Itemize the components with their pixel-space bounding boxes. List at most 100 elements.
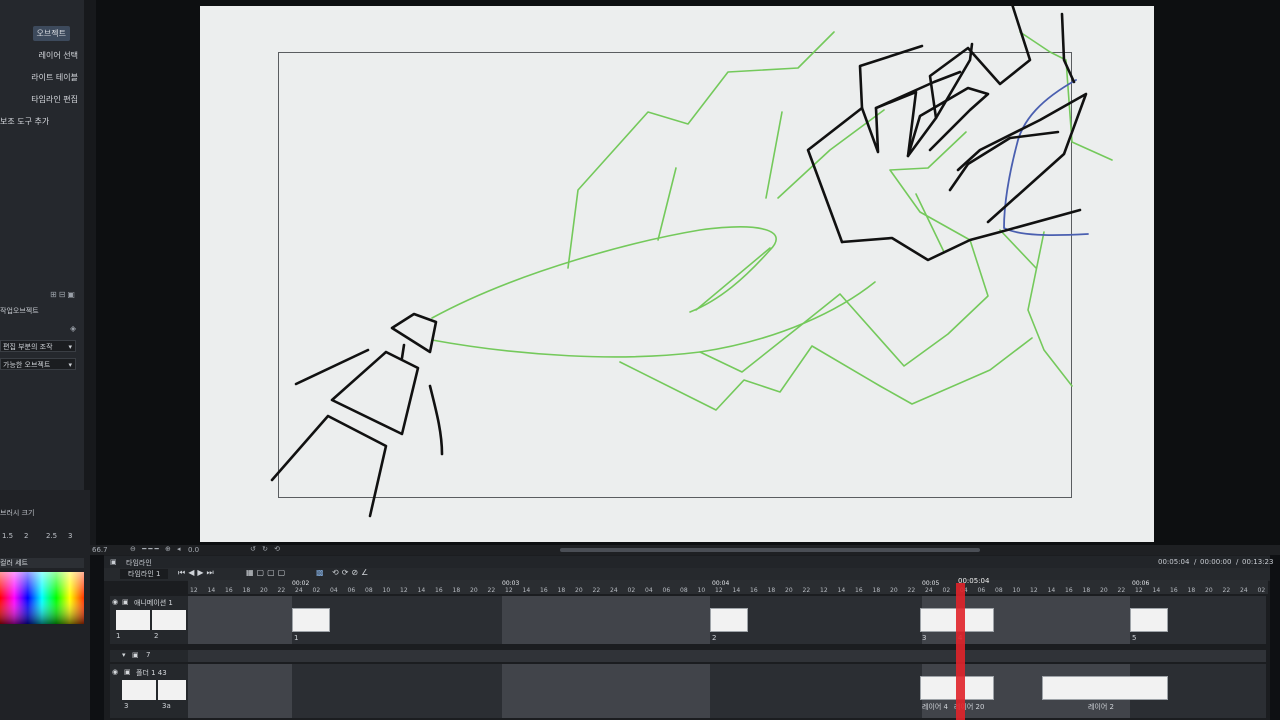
onion-skin-icon[interactable]: ▩ [316,568,327,577]
ruler-marker: 00:04 [712,580,730,587]
ruler-tick: 10 [382,587,391,594]
ruler-tick: 12 [1135,587,1143,594]
ruler-tick: 12 [715,587,723,594]
layer-thumb-1 [116,610,150,630]
eye-icon[interactable]: ◉ [112,668,118,676]
track-band [188,664,292,718]
ruler-tick: 04 [645,587,653,594]
cel-label-2: 2 [712,634,717,642]
ruler-tick: 22 [1222,587,1231,594]
ruler-tick: 12 [820,587,828,594]
ruler-marker: 00:03 [502,580,520,587]
ruler-tick: 18 [767,587,776,594]
cel-1[interactable] [292,608,330,632]
ruler-tick: 02 [942,587,951,594]
ruler-tick: 16 [750,587,758,594]
zoom-controls[interactable]: ⊖ ━━━ ⊕ ◂ [130,545,183,553]
edit-tools[interactable]: ⟲⟳⊘∠ [332,568,371,577]
ruler-tick: 06 [347,587,356,594]
ruler-tick: 02 [312,587,321,594]
ruler-tick: 20 [890,587,898,594]
cel-b-label-1: 레이어 4 [922,703,948,711]
ruler-tick: 20 [260,587,268,594]
eye-icon[interactable]: ◉ [112,598,118,606]
timeline-title: 타임라인 [126,559,152,567]
track-band [188,596,292,644]
ruler-tick: 22 [487,587,496,594]
ruler-tick: 24 [1240,587,1248,594]
ruler-tick: 12 [505,587,513,594]
ruler-tick: 18 [1187,587,1196,594]
track-folder[interactable] [188,650,1266,662]
ruler-tick: 18 [557,587,566,594]
ruler-tick: 14 [207,587,216,594]
horizontal-scrollbar[interactable] [560,548,980,552]
ruler-tick: 18 [452,587,461,594]
zoom-value[interactable]: 66.7 [92,546,108,554]
cel-label-3: 3 [922,634,927,642]
ruler-marker: 00:06 [1132,580,1150,587]
cel-label-5: 5 [1132,634,1137,642]
ruler-tick: 22 [802,587,811,594]
layer-row-animation[interactable]: ◉ ▣ 애니메이션 1 1 2 [110,596,188,644]
ruler-tick: 16 [540,587,548,594]
playhead[interactable] [956,583,965,720]
ruler-tick: 24 [610,587,618,594]
color-palette[interactable] [0,572,84,624]
time-start: 00:00:00 [1200,558,1232,566]
playback-controls[interactable]: ⏮◀▶⏭ [178,568,217,578]
ruler-tick: 24 [295,587,303,594]
ruler-tick: 14 [837,587,846,594]
track-band [502,664,710,718]
layer-thumb-4 [158,680,186,700]
ruler-tick: 12 [1030,587,1038,594]
ruler-tick: 08 [365,587,373,594]
cel-2[interactable] [710,608,748,632]
layer-name-1: 애니메이션 1 [134,599,173,607]
green-sketch-layer [431,31,1113,411]
rotate-controls[interactable]: ↺ ↻ ⟲ [250,545,282,553]
ruler-tick: 02 [627,587,636,594]
playhead-time: 00:05:04 [958,577,990,585]
chevron-down-icon[interactable]: ▾ [122,651,126,659]
timeline-select[interactable]: 타임라인 1 [120,569,169,579]
thumb-label-1: 1 [116,632,121,640]
layer-name-2: 폴더 1 43 [136,669,167,677]
angle-value[interactable]: 0.0 [188,546,199,554]
ruler-tick: 14 [417,587,426,594]
thumb-label-3: 3 [124,702,129,710]
cel-b-2[interactable] [1042,676,1168,700]
layer-thumb-2 [152,610,186,630]
cel-b-label-3: 레이어 2 [1088,703,1114,711]
folder-icon: ▣ [122,598,129,606]
ruler-marker: 00:05 [922,580,940,587]
ruler-tick: 14 [522,587,531,594]
ruler-tick: 22 [277,587,286,594]
ruler-tick: 20 [1205,587,1213,594]
ruler-tick: 14 [732,587,741,594]
ruler-tick: 16 [225,587,233,594]
ruler-tick: 24 [925,587,933,594]
ruler-tick: 22 [907,587,916,594]
frame-tools[interactable]: ▦▢▢▢ [246,568,288,577]
track-folder-1[interactable]: 레이어 4 레이어 20 레이어 2 [188,664,1266,718]
time-current: 00:05:04 [1158,558,1190,566]
layer-row-folder-1[interactable]: ◉ ▣ 폴더 1 43 3 3a [110,664,188,718]
cel-5[interactable] [1130,608,1168,632]
track-animation[interactable]: 1 2 3 4 5 [188,596,1266,644]
timeline-ruler[interactable]: 12 14 16 18 20 22 24 02 04 06 08 10 12 14 16 18 20 22 12 14… [188,580,1268,594]
layer-thumb-3 [122,680,156,700]
black-ink-layer [270,2,1088,518]
folder-icon: ▣ [124,668,131,676]
cel-label-1: 1 [294,634,299,642]
ruler-tick: 18 [242,587,251,594]
ruler-tick: 14 [1047,587,1056,594]
folder-icon: ▣ [132,651,139,659]
layer-row-folder[interactable]: ▾ ▣ 7 [110,650,188,662]
ruler-tick: 20 [470,587,478,594]
ruler-tick: 08 [680,587,688,594]
thumb-label-2: 2 [154,632,159,640]
time-end: 00:13:23 [1242,558,1274,566]
ruler-tick: 16 [435,587,443,594]
ruler-tick: 10 [697,587,706,594]
